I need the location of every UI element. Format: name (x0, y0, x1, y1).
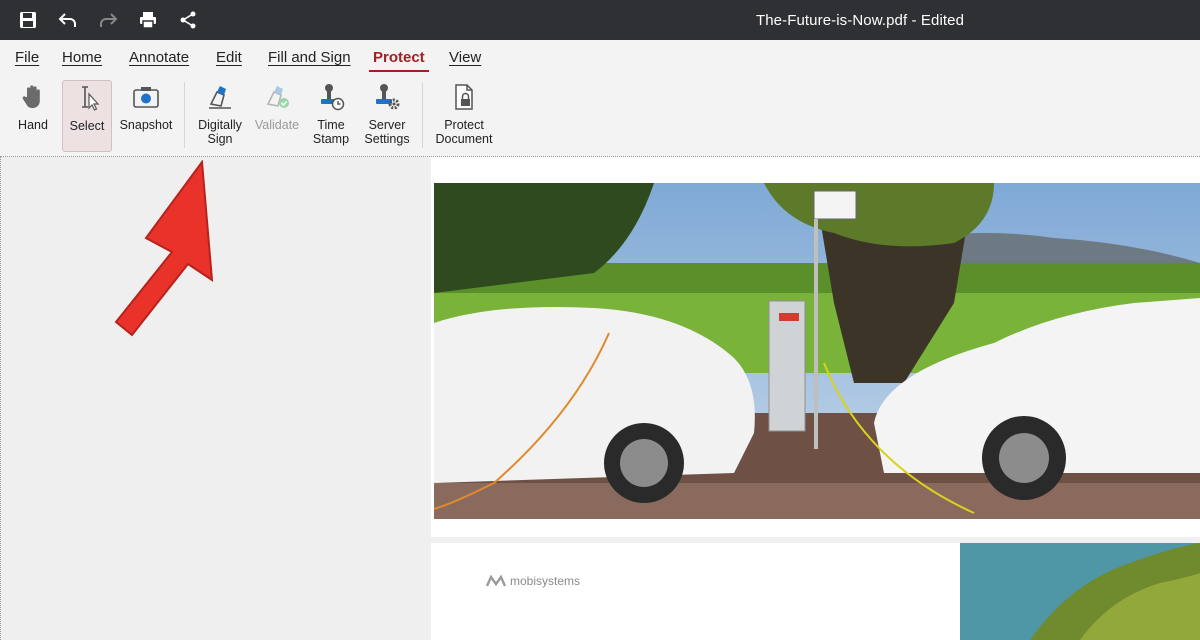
digitally-sign-label-1: Digitally (198, 118, 242, 132)
window-title: The-Future-is-Now.pdf - Edited (755, 12, 965, 29)
server-settings-label-2: Settings (364, 132, 410, 146)
digitally-sign-label-2: Sign (207, 132, 233, 146)
red-arrow-annotation (114, 160, 214, 337)
select-label: Select (69, 119, 105, 133)
validate-label: Validate (254, 118, 300, 132)
time-stamp-icon (314, 80, 348, 114)
select-button[interactable]: Select (62, 80, 112, 152)
ev-charging-photo (434, 183, 1200, 519)
mobisystems-logo-icon (486, 575, 506, 587)
snapshot-label: Snapshot (119, 118, 173, 132)
time-stamp-label-1: Time (317, 118, 345, 132)
server-settings-label-1: Server (368, 118, 406, 132)
title-bar: The-Future-is-Now.pdf - Edited (0, 0, 1200, 40)
digital-sign-icon (203, 80, 237, 114)
menu-bar: File Home Annotate Edit Fill and Sign Pr… (0, 40, 1200, 72)
ribbon-toolbar: Hand Select Snapshot Digitally Sign Vali… (0, 72, 1200, 157)
time-stamp-button[interactable]: Time Stamp (306, 80, 356, 150)
server-settings-icon (370, 80, 404, 114)
server-settings-button[interactable]: Server Settings (360, 80, 414, 150)
protect-document-button[interactable]: Protect Document (432, 80, 496, 150)
hand-icon (16, 80, 50, 114)
logo-text: mobisystems (510, 574, 581, 588)
text-select-icon (70, 81, 104, 115)
validate-button[interactable]: Validate (252, 80, 302, 150)
snapshot-button[interactable]: Snapshot (116, 80, 176, 150)
camera-icon (129, 80, 163, 114)
tab-edit[interactable]: Edit (216, 49, 242, 66)
tab-fill-and-sign[interactable]: Fill and Sign (268, 49, 351, 66)
protect-document-icon (447, 80, 481, 114)
protect-document-label-1: Protect (444, 118, 484, 132)
ribbon-separator (184, 82, 185, 148)
validate-icon (260, 80, 294, 114)
tab-file[interactable]: File (15, 49, 39, 66)
hand-label: Hand (18, 118, 48, 132)
time-stamp-label-2: Stamp (312, 132, 350, 146)
tab-home[interactable]: Home (62, 49, 102, 66)
tab-protect[interactable]: Protect (369, 49, 429, 72)
protect-document-label-2: Document (435, 132, 493, 146)
digitally-sign-button[interactable]: Digitally Sign (192, 80, 248, 150)
tab-view[interactable]: View (449, 49, 481, 66)
ribbon-separator (422, 82, 423, 148)
tab-annotate[interactable]: Annotate (129, 49, 189, 66)
landscape-photo (960, 543, 1200, 640)
mobisystems-logo: mobisystems (486, 574, 580, 588)
hand-button[interactable]: Hand (10, 80, 56, 150)
